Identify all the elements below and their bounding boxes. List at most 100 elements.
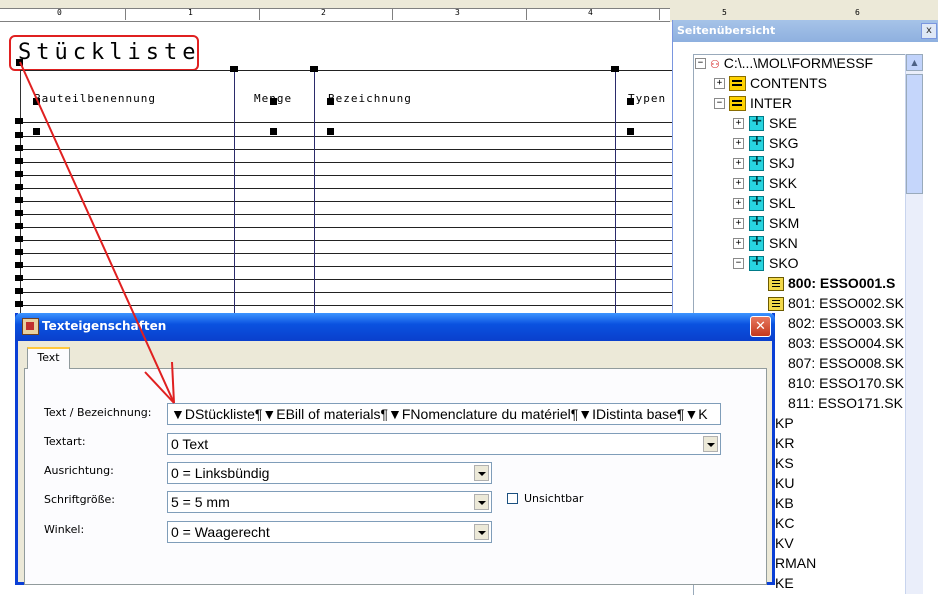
- expand-icon[interactable]: +: [733, 198, 744, 209]
- page-icon: [768, 297, 784, 311]
- tab-text[interactable]: Text: [27, 347, 70, 369]
- row-handle[interactable]: [15, 236, 23, 242]
- selection-handle[interactable]: [33, 98, 40, 105]
- column-header-bezeichnung[interactable]: Bezeichnung: [328, 92, 412, 105]
- tree-item-partial[interactable]: KC: [775, 513, 794, 533]
- expand-icon[interactable]: +: [733, 238, 744, 249]
- table-column-divider: [314, 70, 315, 315]
- selection-handle[interactable]: [611, 66, 619, 72]
- expand-icon[interactable]: +: [714, 78, 725, 89]
- tree-item-group[interactable]: SKE: [769, 113, 797, 133]
- tree-item-group[interactable]: SKL: [769, 193, 795, 213]
- text-input[interactable]: ▼DStückliste¶▼EBill of materials¶▼FNomen…: [167, 403, 721, 425]
- unsichtbar-label[interactable]: Unsichtbar: [524, 492, 583, 505]
- panel-title: Seitenübersicht: [673, 20, 938, 42]
- winkel-label: Winkel:: [44, 523, 85, 536]
- tree-item-partial[interactable]: KP: [775, 413, 794, 433]
- group-icon: [749, 153, 764, 171]
- row-handle[interactable]: [15, 158, 23, 164]
- table-row-line: [20, 214, 680, 215]
- chevron-down-icon[interactable]: [474, 494, 489, 510]
- row-handle[interactable]: [15, 132, 23, 138]
- tree-item-partial[interactable]: KR: [775, 433, 794, 453]
- collapse-icon[interactable]: −: [733, 258, 744, 269]
- unsichtbar-checkbox[interactable]: [507, 493, 518, 504]
- scroll-thumb[interactable]: [906, 74, 923, 194]
- expand-icon[interactable]: +: [733, 158, 744, 169]
- selection-handle[interactable]: [627, 128, 634, 135]
- selection-handle[interactable]: [627, 98, 634, 105]
- chevron-down-icon[interactable]: [703, 436, 718, 452]
- dialog-close-button[interactable]: ✕: [750, 316, 771, 337]
- dialog-title: Texteigenschaften: [42, 319, 167, 333]
- tree-item-partial[interactable]: KV: [775, 533, 794, 553]
- row-handle[interactable]: [15, 301, 23, 307]
- table-row-line: [20, 162, 680, 163]
- row-handle[interactable]: [15, 210, 23, 216]
- app-icon: [22, 318, 39, 335]
- selection-handle[interactable]: [310, 66, 318, 72]
- tree-item-page[interactable]: 807: ESSO008.SK: [788, 353, 904, 373]
- selection-handle[interactable]: [16, 59, 23, 66]
- column-header-bauteilbenennung[interactable]: Bauteilbenennung: [34, 92, 156, 105]
- ausrichtung-select[interactable]: 0 = Linksbündig: [167, 462, 492, 484]
- expand-icon[interactable]: +: [733, 138, 744, 149]
- tree-item-inter[interactable]: INTER: [750, 93, 792, 113]
- expand-icon[interactable]: +: [733, 218, 744, 229]
- expand-icon[interactable]: +: [733, 178, 744, 189]
- tree-item-partial[interactable]: KS: [775, 453, 794, 473]
- tree-scrollbar[interactable]: ▲: [905, 54, 923, 594]
- row-handle[interactable]: [15, 249, 23, 255]
- scroll-up-button[interactable]: ▲: [906, 54, 923, 71]
- row-handle[interactable]: [15, 223, 23, 229]
- selection-handle[interactable]: [327, 98, 334, 105]
- group-icon: [749, 113, 764, 131]
- tree-item-page[interactable]: 801: ESSO002.SK: [788, 293, 904, 313]
- selection-handle[interactable]: [230, 66, 238, 72]
- table-row-line: [20, 240, 680, 241]
- collapse-icon[interactable]: −: [714, 98, 725, 109]
- tree-item-group[interactable]: SKK: [769, 173, 797, 193]
- tree-item-group[interactable]: SKM: [769, 213, 799, 233]
- row-handle[interactable]: [15, 288, 23, 294]
- tree-item-page[interactable]: 803: ESSO004.SK: [788, 333, 904, 353]
- table-row-line: [20, 136, 680, 137]
- tree-item-page-selected[interactable]: 800: ESSO001.S: [788, 273, 895, 293]
- row-handle[interactable]: [15, 118, 23, 124]
- tree-item-page[interactable]: 811: ESSO171.SK: [788, 393, 903, 413]
- selection-handle[interactable]: [327, 128, 334, 135]
- row-handle[interactable]: [15, 262, 23, 268]
- selection-handle[interactable]: [33, 128, 40, 135]
- row-handle[interactable]: [15, 145, 23, 151]
- panel-close-button[interactable]: x: [921, 23, 937, 39]
- tree-item-group[interactable]: SKO: [769, 253, 799, 273]
- tree-item-page[interactable]: 810: ESSO170.SK: [788, 373, 904, 393]
- form-title[interactable]: Stückliste: [18, 40, 200, 65]
- tree-item-root[interactable]: ⚇ C:\...\MOL\FORM\ESSF: [710, 53, 873, 73]
- winkel-select[interactable]: 0 = Waagerecht: [167, 521, 492, 543]
- selection-handle[interactable]: [270, 128, 277, 135]
- row-handle[interactable]: [15, 171, 23, 177]
- tree-item-partial[interactable]: KE: [775, 573, 794, 593]
- row-handle[interactable]: [15, 197, 23, 203]
- row-handle[interactable]: [15, 275, 23, 281]
- chevron-down-icon[interactable]: [474, 524, 489, 540]
- expand-icon[interactable]: +: [733, 118, 744, 129]
- collapse-icon[interactable]: −: [695, 58, 706, 69]
- table-row-line: [20, 292, 680, 293]
- chevron-down-icon[interactable]: [474, 465, 489, 481]
- tree-item-group[interactable]: SKJ: [769, 153, 795, 173]
- tree-item-partial[interactable]: RMAN: [775, 553, 816, 573]
- tree-item-contents[interactable]: CONTENTS: [750, 73, 827, 93]
- row-handle[interactable]: [15, 184, 23, 190]
- schriftgroesse-select[interactable]: 5 = 5 mm: [167, 491, 492, 513]
- group-icon: [749, 193, 764, 211]
- ruler-number-6: 6: [855, 8, 860, 17]
- selection-handle[interactable]: [270, 98, 277, 105]
- tree-item-partial[interactable]: KB: [775, 493, 794, 513]
- tree-item-group[interactable]: SKG: [769, 133, 799, 153]
- textart-select[interactable]: 0 Text: [167, 433, 721, 455]
- tree-item-group[interactable]: SKN: [769, 233, 798, 253]
- tree-item-page[interactable]: 802: ESSO003.SK: [788, 313, 904, 333]
- tree-item-partial[interactable]: KU: [775, 473, 794, 493]
